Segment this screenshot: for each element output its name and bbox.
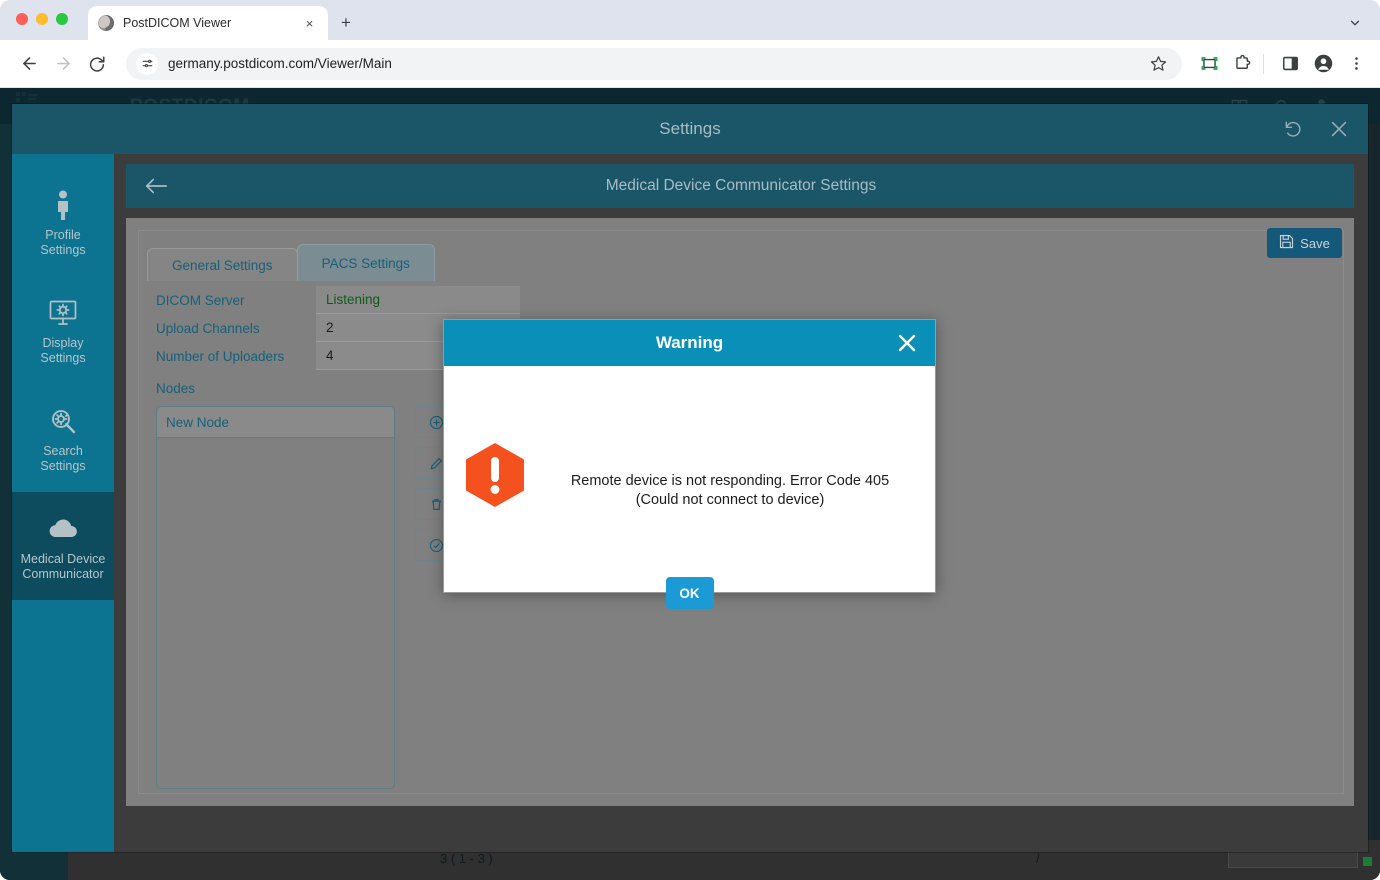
dialog-title: Warning xyxy=(656,333,723,353)
dialog-message-line1: Remote device is not responding. Error C… xyxy=(544,472,916,491)
dialog-header: Warning xyxy=(444,320,935,366)
dicom-server-status: Listening xyxy=(316,286,520,314)
tab-general-settings[interactable]: General Settings xyxy=(147,248,298,281)
page-viewport: POSTDICOM xyxy=(0,88,1380,880)
screen-cast-icon[interactable] xyxy=(1195,50,1223,78)
toolbar-divider xyxy=(1263,54,1264,74)
warning-dialog: Warning Remote device is not responding.… xyxy=(443,319,936,593)
window-traffic-lights xyxy=(16,13,68,25)
close-icon[interactable]: × xyxy=(301,15,318,32)
address-bar-url: germany.postdicom.com/Viewer/Main xyxy=(168,56,392,71)
minimize-window-button[interactable] xyxy=(36,13,48,25)
row-label: DICOM Server xyxy=(156,293,316,308)
orange-hexagon-exclamation-icon xyxy=(464,442,526,508)
tab-label: PACS Settings xyxy=(322,256,410,271)
side-panel-icon[interactable] xyxy=(1276,50,1304,78)
row-label: Number of Uploaders xyxy=(156,349,316,364)
dialog-message-line2: (Could not connect to device) xyxy=(544,491,916,510)
close-icon[interactable] xyxy=(892,320,922,366)
settings-tabs: General Settings PACS Settings xyxy=(147,244,434,281)
forward-icon[interactable] xyxy=(48,49,78,79)
table-row: DICOM Server Listening xyxy=(156,286,520,314)
browser-tab[interactable]: PostDICOM Viewer × xyxy=(88,6,328,40)
tab-pacs-settings[interactable]: PACS Settings xyxy=(297,244,435,281)
back-icon[interactable] xyxy=(14,49,44,79)
dialog-body: Remote device is not responding. Error C… xyxy=(444,366,935,592)
browser-menu-icon[interactable] xyxy=(1342,50,1370,78)
chevron-down-icon[interactable] xyxy=(1344,12,1366,34)
browser-tabstrip: PostDICOM Viewer × + xyxy=(0,0,1380,40)
dialog-message: Remote device is not responding. Error C… xyxy=(544,472,916,510)
row-label: Upload Channels xyxy=(156,321,316,336)
new-tab-button[interactable]: + xyxy=(334,11,358,35)
ok-button[interactable]: OK xyxy=(666,577,714,609)
maximize-window-button[interactable] xyxy=(56,13,68,25)
reload-icon[interactable] xyxy=(82,49,112,79)
site-settings-icon[interactable] xyxy=(136,53,158,75)
profile-avatar-icon[interactable] xyxy=(1309,50,1337,78)
postdicom-favicon xyxy=(98,15,114,31)
browser-window: PostDICOM Viewer × + germany.postdicom.c… xyxy=(0,0,1380,880)
address-bar[interactable]: germany.postdicom.com/Viewer/Main xyxy=(126,48,1182,80)
close-window-button[interactable] xyxy=(16,13,28,25)
browser-tab-title: PostDICOM Viewer xyxy=(123,16,301,30)
tab-label: General Settings xyxy=(172,258,273,273)
bookmark-star-icon[interactable] xyxy=(1146,52,1170,76)
extensions-puzzle-icon[interactable] xyxy=(1228,50,1256,78)
browser-toolbar: germany.postdicom.com/Viewer/Main xyxy=(0,40,1380,88)
